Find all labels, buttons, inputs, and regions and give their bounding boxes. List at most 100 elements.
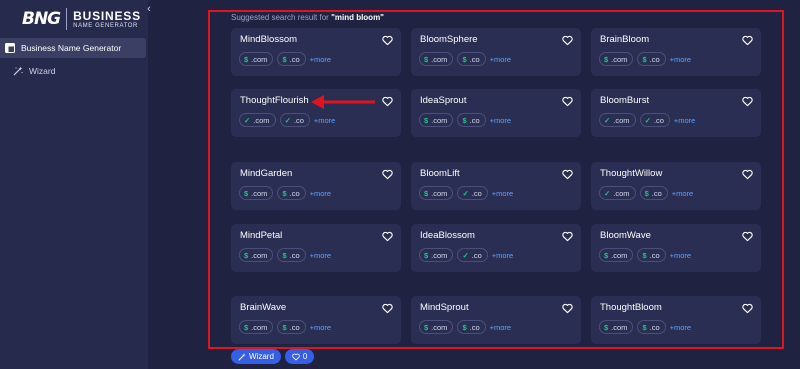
more-link[interactable]: +more xyxy=(670,55,691,64)
domain-chip-com[interactable]: $ .com xyxy=(419,113,454,127)
result-card[interactable]: ThoughtBloom $ .com $ .co +more xyxy=(591,296,761,344)
domain-chip-co[interactable]: $ .co xyxy=(277,52,306,66)
heart-icon[interactable] xyxy=(382,33,393,46)
heart-icon[interactable] xyxy=(742,94,753,107)
heart-icon[interactable] xyxy=(382,94,393,107)
more-link[interactable]: +more xyxy=(310,55,331,64)
domain-chip-co[interactable]: ✓ .co xyxy=(457,186,488,200)
more-link[interactable]: +more xyxy=(492,251,513,260)
result-name: IdeaSprout xyxy=(420,95,467,106)
domain-chip-com[interactable]: ✓ .com xyxy=(599,113,636,127)
domain-chip-label: .com xyxy=(253,115,270,125)
dollar-icon: $ xyxy=(282,188,287,198)
heart-icon[interactable] xyxy=(742,33,753,46)
heart-icon[interactable] xyxy=(562,167,573,180)
domain-chip-com[interactable]: $ .com xyxy=(419,52,454,66)
result-card[interactable]: MindBlossom $ .com $ .co +more xyxy=(231,28,401,76)
heart-icon[interactable] xyxy=(562,94,573,107)
domain-chip-co[interactable]: ✓ .co xyxy=(279,113,310,127)
dollar-icon: $ xyxy=(424,54,429,64)
domain-chip-label: .co xyxy=(653,115,664,125)
domain-chip-label: .com xyxy=(611,322,628,332)
domain-chip-com[interactable]: $ .com xyxy=(599,52,634,66)
wand-icon xyxy=(238,352,246,361)
domain-chips: $ .com $ .co +more xyxy=(419,113,511,127)
domain-chip-co[interactable]: ✓ .co xyxy=(639,113,670,127)
more-link[interactable]: +more xyxy=(670,251,691,260)
collapse-sidebar-icon[interactable]: ‹ xyxy=(142,2,156,16)
favorites-button[interactable]: 0 xyxy=(284,349,315,364)
result-card[interactable]: BloomWave $ .com $ .co +more xyxy=(591,224,761,272)
domain-chip-com[interactable]: $ .com xyxy=(239,52,274,66)
domain-chip-label: .co xyxy=(289,250,300,260)
domain-chip-com[interactable]: $ .com xyxy=(419,248,454,262)
domain-chip-label: .co xyxy=(469,115,480,125)
more-link[interactable]: +more xyxy=(674,116,695,125)
result-card[interactable]: BrainWave $ .com $ .co +more xyxy=(231,296,401,344)
heart-icon[interactable] xyxy=(742,301,753,314)
more-link[interactable]: +more xyxy=(314,116,335,125)
sidebar-item-business-name-generator[interactable]: Business Name Generator xyxy=(0,38,146,58)
result-card[interactable]: BrainBloom $ .com $ .co +more xyxy=(591,28,761,76)
result-card[interactable]: MindSprout $ .com $ .co +more xyxy=(411,296,581,344)
heart-icon[interactable] xyxy=(562,229,573,242)
domain-chip-com[interactable]: $ .com xyxy=(599,320,634,334)
domain-chip-com[interactable]: ✓ .com xyxy=(599,186,636,200)
result-card[interactable]: BloomLift $ .com ✓ .co +more xyxy=(411,162,581,210)
domain-chip-co[interactable]: $ .co xyxy=(457,52,486,66)
result-card[interactable]: ThoughtWillow ✓ .com $ .co +more xyxy=(591,162,761,210)
result-name: BloomWave xyxy=(600,230,651,241)
domain-chip-co[interactable]: $ .co xyxy=(637,248,666,262)
sidebar-item-wizard[interactable]: Wizard xyxy=(0,61,146,81)
domain-chip-com[interactable]: $ .com xyxy=(239,320,274,334)
more-link[interactable]: +more xyxy=(492,189,513,198)
heart-icon[interactable] xyxy=(382,301,393,314)
domain-chip-co[interactable]: $ .co xyxy=(637,52,666,66)
more-link[interactable]: +more xyxy=(310,189,331,198)
domain-chip-co[interactable]: $ .co xyxy=(639,186,668,200)
heart-icon[interactable] xyxy=(562,301,573,314)
result-card[interactable]: IdeaBlossom $ .com ✓ .co +more xyxy=(411,224,581,272)
domain-chip-com[interactable]: ✓ .com xyxy=(239,113,276,127)
bottom-bar: Wizard 0 xyxy=(231,349,318,364)
wizard-button-label: Wizard xyxy=(249,352,274,361)
domain-chip-co[interactable]: $ .co xyxy=(457,320,486,334)
domain-chip-co[interactable]: $ .co xyxy=(277,186,306,200)
more-link[interactable]: +more xyxy=(310,251,331,260)
more-link[interactable]: +more xyxy=(310,323,331,332)
more-link[interactable]: +more xyxy=(670,323,691,332)
domain-chip-com[interactable]: $ .com xyxy=(419,186,454,200)
result-card[interactable]: IdeaSprout $ .com $ .co +more xyxy=(411,89,581,137)
wizard-button[interactable]: Wizard xyxy=(231,349,281,364)
result-card[interactable]: MindPetal $ .com $ .co +more xyxy=(231,224,401,272)
dollar-icon: $ xyxy=(282,250,287,260)
heart-icon[interactable] xyxy=(382,229,393,242)
domain-chip-co[interactable]: $ .co xyxy=(277,248,306,262)
more-link[interactable]: +more xyxy=(490,323,511,332)
domain-chip-com[interactable]: $ .com xyxy=(419,320,454,334)
result-name: ThoughtWillow xyxy=(600,168,663,179)
result-card[interactable]: MindGarden $ .com $ .co +more xyxy=(231,162,401,210)
domain-chips: $ .com $ .co +more xyxy=(239,186,331,200)
more-link[interactable]: +more xyxy=(490,55,511,64)
domain-chip-co[interactable]: $ .co xyxy=(637,320,666,334)
heart-icon[interactable] xyxy=(742,167,753,180)
layout-icon xyxy=(4,42,16,54)
domain-chips: ✓ .com ✓ .co +more xyxy=(239,113,335,127)
domain-chip-label: .co xyxy=(469,54,480,64)
more-link[interactable]: +more xyxy=(672,189,693,198)
domain-chip-com[interactable]: $ .com xyxy=(599,248,634,262)
domain-chip-co[interactable]: $ .co xyxy=(457,113,486,127)
result-card[interactable]: BloomSphere $ .com $ .co +more xyxy=(411,28,581,76)
domain-chip-com[interactable]: $ .com xyxy=(239,186,274,200)
domain-chip-com[interactable]: $ .com xyxy=(239,248,274,262)
domain-chip-co[interactable]: ✓ .co xyxy=(457,248,488,262)
result-card[interactable]: BloomBurst ✓ .com ✓ .co +more xyxy=(591,89,761,137)
heart-icon[interactable] xyxy=(742,229,753,242)
heart-icon[interactable] xyxy=(562,33,573,46)
brand-logo[interactable]: BNG BUSINESS NAME GENERATOR xyxy=(22,8,141,30)
more-link[interactable]: +more xyxy=(490,116,511,125)
heart-icon[interactable] xyxy=(382,167,393,180)
favorites-count: 0 xyxy=(302,352,308,361)
domain-chip-co[interactable]: $ .co xyxy=(277,320,306,334)
